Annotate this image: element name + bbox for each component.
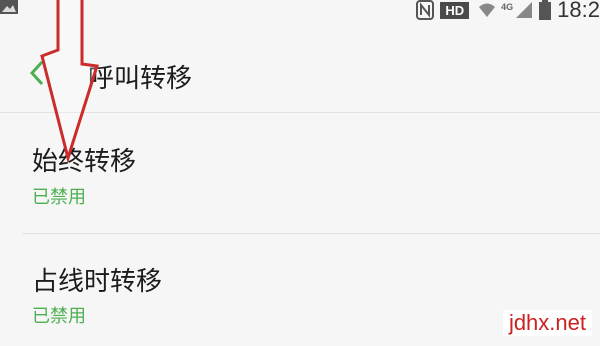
wifi-icon [479, 3, 496, 17]
chevron-left-icon[interactable] [24, 56, 52, 90]
image-icon [0, 0, 18, 14]
app-header: 呼叫转移 [0, 44, 600, 104]
clock: 18:2 [557, 0, 600, 22]
nfc-icon [416, 0, 435, 20]
item-status: 已禁用 [32, 306, 86, 327]
item-title: 占线时转移 [32, 267, 163, 297]
page-title: 呼叫转移 [88, 64, 193, 94]
item-status: 已禁用 [32, 187, 86, 208]
status-icons: HD 4G 18:2 [416, 0, 600, 24]
call-forward-always-item[interactable]: 始终转移 已禁用 [0, 113, 600, 225]
item-title: 始终转移 [32, 147, 137, 177]
status-bar: HD 4G 18:2 [0, 0, 600, 26]
hd-badge: HD [440, 1, 470, 19]
battery-icon [539, 0, 552, 20]
network-type-label: 4G [501, 2, 514, 12]
signal-icon [516, 2, 533, 18]
watermark: jdhx.net [502, 310, 592, 336]
